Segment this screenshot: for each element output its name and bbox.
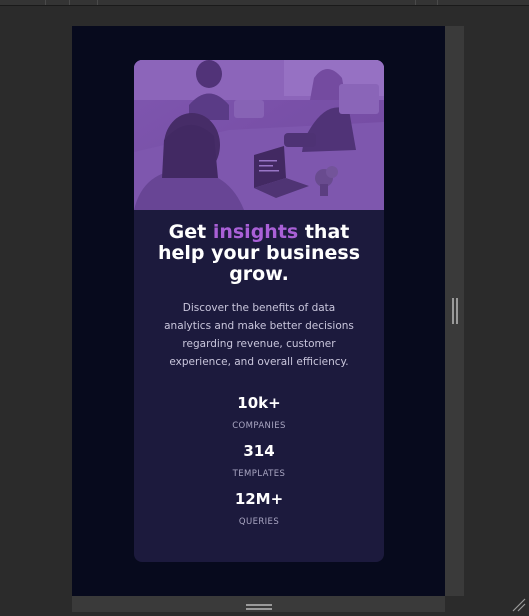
stat-companies: 10k+ COMPANIES — [150, 394, 368, 431]
resize-corner-icon[interactable] — [509, 596, 527, 612]
hero-image — [134, 60, 384, 210]
stats-list: 10k+ COMPANIES 314 TEMPLATES 12M+ QUERIE… — [150, 394, 368, 527]
ruler-tick — [45, 0, 46, 5]
stat-value: 12M+ — [150, 490, 368, 508]
headline-accent-word: insights — [213, 221, 298, 243]
stat-label: COMPANIES — [150, 421, 368, 431]
stat-value: 314 — [150, 442, 368, 460]
grip-horizontal-icon[interactable] — [246, 604, 272, 610]
stat-queries: 12M+ QUERIES — [150, 490, 368, 527]
preview-viewport: Get insights that help your business gro… — [72, 26, 445, 596]
description: Discover the benefits of data analytics … — [160, 299, 358, 371]
top-ruler — [0, 0, 529, 6]
stat-templates: 314 TEMPLATES — [150, 442, 368, 479]
stat-label: TEMPLATES — [150, 469, 368, 479]
grip-vertical-icon[interactable] — [452, 298, 458, 324]
ruler-tick — [69, 0, 70, 5]
ruler-tick — [415, 0, 416, 5]
ruler-tick — [97, 0, 98, 5]
headline-start: Get — [169, 221, 213, 243]
stat-value: 10k+ — [150, 394, 368, 412]
stat-label: QUERIES — [150, 517, 368, 527]
team-meeting-photo-icon — [134, 60, 384, 210]
ruler-tick — [437, 0, 438, 5]
stats-preview-card: Get insights that help your business gro… — [134, 60, 384, 562]
card-content: Get insights that help your business gro… — [134, 210, 384, 527]
headline: Get insights that help your business gro… — [150, 222, 368, 285]
